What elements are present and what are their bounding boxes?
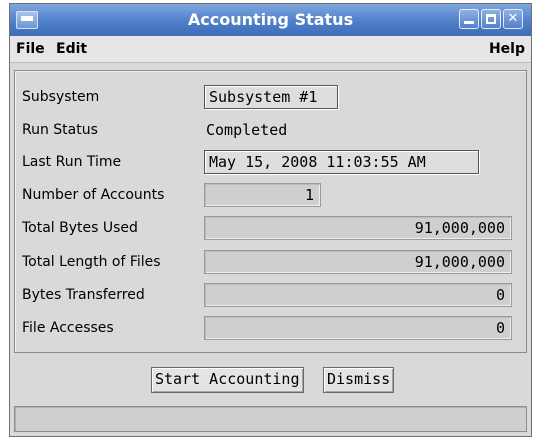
last-run-time-field: May 15, 2008 11:03:55 AM <box>204 150 479 174</box>
close-icon[interactable]: ✕ <box>503 9 523 29</box>
menu-file[interactable]: File <box>16 41 45 57</box>
total-length-of-files-field: 91,000,000 <box>204 250 512 274</box>
file-accesses-field: 0 <box>204 316 512 340</box>
menu-edit[interactable]: Edit <box>56 41 87 57</box>
run-status-value: Completed <box>206 121 288 139</box>
number-of-accounts-field: 1 <box>204 183 321 207</box>
maximize-icon[interactable] <box>481 9 501 29</box>
title-bar[interactable]: Accounting Status ✕ <box>10 4 531 36</box>
menu-help[interactable]: Help <box>489 41 525 57</box>
number-of-accounts-label: Number of Accounts <box>22 187 165 203</box>
total-bytes-used-label: Total Bytes Used <box>22 220 138 236</box>
status-bar <box>14 406 527 432</box>
total-bytes-used-field: 91,000,000 <box>204 216 512 240</box>
button-row: Start Accounting Dismiss <box>10 367 531 393</box>
dismiss-button[interactable]: Dismiss <box>323 367 395 393</box>
start-accounting-button[interactable]: Start Accounting <box>151 367 304 393</box>
status-panel: Subsystem Subsystem #1 Run Status Comple… <box>14 70 527 353</box>
bytes-transferred-label: Bytes Transferred <box>22 287 145 303</box>
last-run-time-label: Last Run Time <box>22 154 122 170</box>
run-status-label: Run Status <box>22 122 98 138</box>
file-accesses-label: File Accesses <box>22 320 114 336</box>
total-length-of-files-label: Total Length of Files <box>22 254 161 270</box>
minimize-icon[interactable] <box>459 9 479 29</box>
menu-bar: File Edit Help <box>10 36 531 63</box>
bytes-transferred-field: 0 <box>204 283 512 307</box>
accounting-status-window: Accounting Status ✕ File Edit Help Subsy… <box>9 3 532 437</box>
subsystem-selector[interactable]: Subsystem #1 <box>204 85 338 109</box>
subsystem-label: Subsystem <box>22 89 100 105</box>
window-title: Accounting Status <box>187 10 354 29</box>
